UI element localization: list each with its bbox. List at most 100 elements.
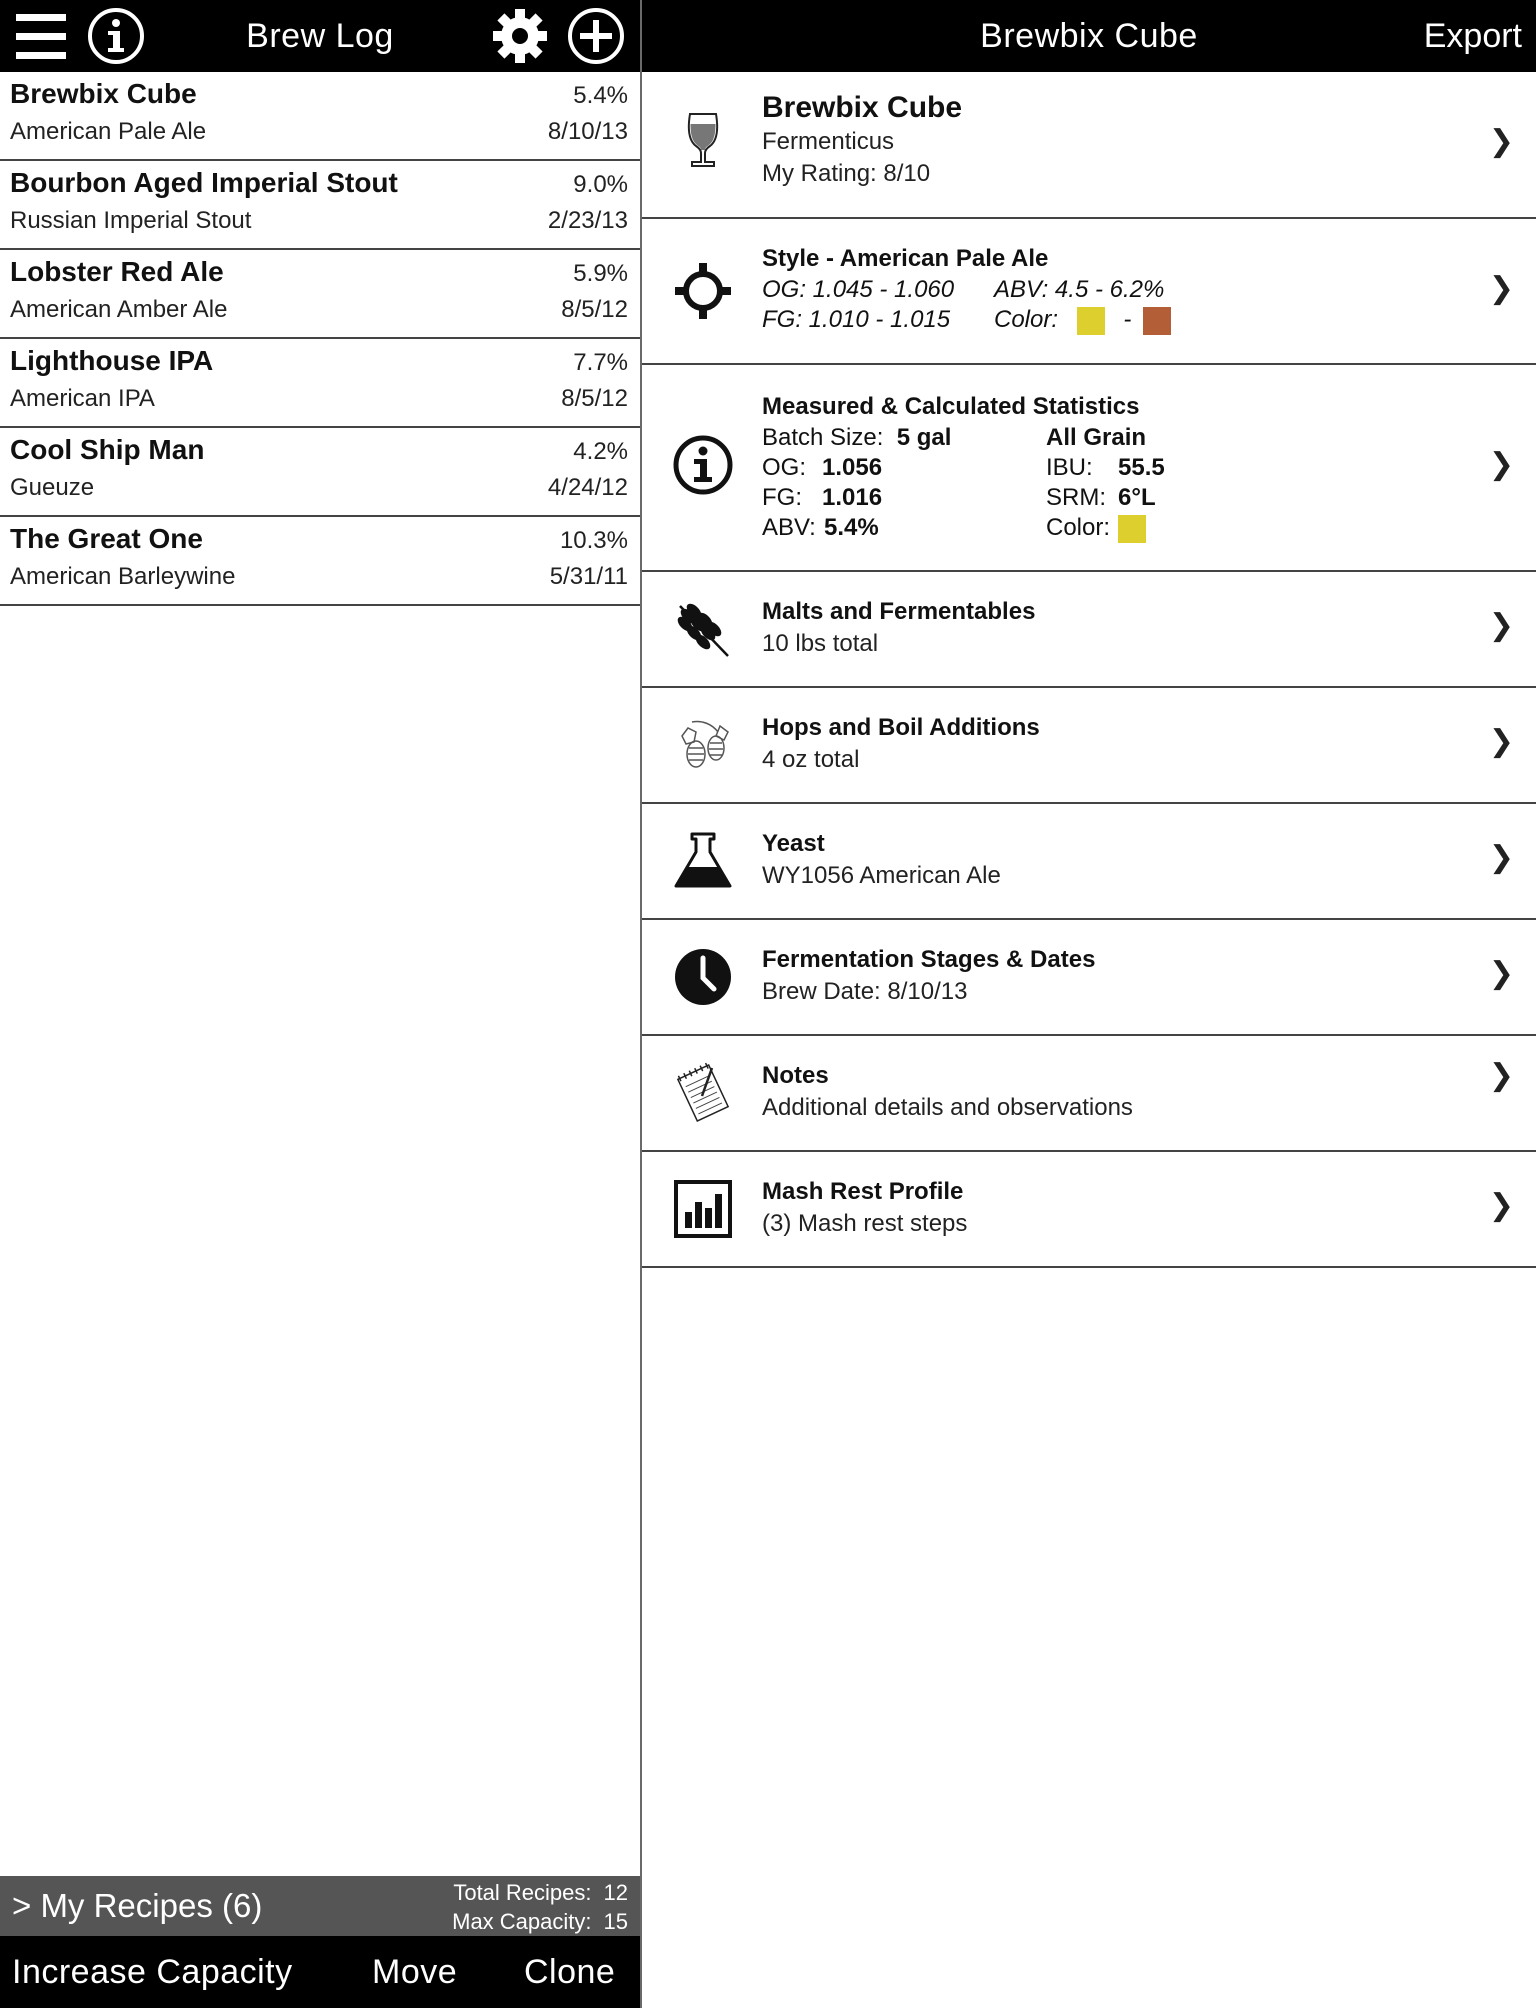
increase-capacity-button[interactable]: Increase Capacity [12, 1936, 293, 2008]
recipe-style: American IPA [10, 385, 155, 412]
chevron-right-icon: ❯ [1488, 609, 1514, 642]
yeast-summary: WY1056 American Ale [762, 862, 1001, 889]
notepad-icon [676, 1062, 730, 1123]
recipe-style: American Amber Ale [10, 296, 228, 323]
max-capacity-label: Max Capacity: [452, 1909, 592, 1934]
recipe-row[interactable]: The Great One American Barleywine 10.3% … [0, 517, 640, 606]
recipe-row[interactable]: Brewbix Cube American Pale Ale 5.4% 8/10… [0, 72, 640, 161]
og-value: 1.056 [822, 454, 883, 481]
chevron-right-icon: ❯ [1488, 1189, 1514, 1222]
max-capacity-value: 15 [603, 1909, 628, 1934]
recipe-abv: 5.9% [573, 260, 628, 287]
recipe-list: Brewbix Cube American Pale Ale 5.4% 8/10… [0, 72, 640, 606]
srm-value: 6°L [1118, 484, 1156, 511]
recipe-date: 5/31/11 [549, 563, 628, 590]
yeast-row[interactable]: Yeast WY1056 American Ale ❯ [642, 804, 1536, 920]
gear-icon[interactable] [490, 6, 550, 66]
recipe-row[interactable]: Cool Ship Man Gueuze 4.2% 4/24/12 [0, 428, 640, 517]
detail-title: Brewbix Cube [980, 17, 1198, 55]
info-icon[interactable] [86, 6, 146, 66]
batch-size-value: 5 gal [896, 424, 952, 451]
ibu-value: 55.5 [1118, 454, 1165, 481]
color-low-swatch [1076, 306, 1105, 335]
recipe-name: Lobster Red Ale [10, 256, 224, 287]
hops-summary: 4 oz total [762, 746, 860, 773]
style-abv-range: ABV: 4.5 - 6.2% [994, 276, 1165, 303]
chevron-right-icon: ❯ [1488, 272, 1514, 305]
crosshair-icon [675, 263, 731, 319]
left-toolbar: Brew Log [0, 0, 640, 72]
notes-summary: Additional details and observations [762, 1094, 1133, 1121]
hops-row[interactable]: Hops and Boil Additions 4 oz total ❯ [642, 688, 1536, 804]
clock-icon [675, 949, 731, 1005]
move-button[interactable]: Move [372, 1936, 457, 2008]
color-high-swatch [1143, 306, 1172, 335]
brew-date: Brew Date: 8/10/13 [762, 978, 968, 1005]
color-label: Color: [1046, 514, 1111, 541]
recipe-name: Brewbix Cube [10, 78, 197, 109]
bottom-toolbar: Increase Capacity Move Clone [0, 1936, 640, 2008]
color-swatch [1118, 514, 1146, 543]
clone-button[interactable]: Clone [524, 1936, 615, 2008]
folder-bar: > My Recipes (6) Total Recipes: 12 Max Ca… [0, 1876, 640, 1936]
yeast-title: Yeast [762, 830, 825, 857]
folder-selector[interactable]: > My Recipes (6) [12, 1876, 262, 1936]
wheat-icon [677, 603, 729, 657]
recipe-style: Gueuze [10, 474, 95, 501]
my-rating: My Rating: 8/10 [762, 160, 931, 187]
info-circle-icon [673, 435, 733, 495]
fermentation-row[interactable]: Fermentation Stages & Dates Brew Date: 8… [642, 920, 1536, 1036]
recipe-row[interactable]: Lighthouse IPA American IPA 7.7% 8/5/12 [0, 339, 640, 428]
style-color-label: Color: [994, 306, 1059, 333]
chevron-right-icon: ❯ [1488, 841, 1514, 874]
brew-method: All Grain [1046, 424, 1147, 451]
recipe-abv: 10.3% [559, 527, 628, 554]
mash-row[interactable]: Mash Rest Profile (3) Mash rest steps ❯ [642, 1152, 1536, 1268]
plus-circle-icon[interactable] [566, 6, 626, 66]
detail-list: Brewbix Cube Fermenticus My Rating: 8/10… [642, 72, 1536, 1268]
abv-value: 5.4% [824, 514, 879, 541]
menu-icon[interactable] [12, 6, 72, 66]
total-recipes-value: 12 [603, 1880, 628, 1905]
srm-label: SRM: [1046, 484, 1106, 511]
ibu-label: IBU: [1046, 454, 1093, 481]
recipe-name: Lighthouse IPA [10, 345, 214, 376]
style-fg-range: FG: 1.010 - 1.015 [762, 306, 951, 333]
mash-title: Mash Rest Profile [762, 1178, 964, 1205]
recipe-date: 2/23/13 [547, 207, 628, 234]
chevron-right-icon: ❯ [1488, 125, 1514, 158]
fg-label: FG: [762, 484, 802, 511]
style-row[interactable]: Style - American Pale Ale OG: 1.045 - 1.… [642, 219, 1536, 365]
abv-label: ABV: [762, 514, 816, 541]
export-button[interactable]: Export [1424, 0, 1522, 72]
hops-icon [681, 720, 729, 768]
recipe-name: Cool Ship Man [10, 434, 205, 465]
folder-stats: Total Recipes: 12 Max Capacity: 15 [452, 1878, 628, 1936]
notes-row[interactable]: Notes Additional details and observation… [642, 1036, 1536, 1152]
chevron-right-icon: ❯ [1488, 725, 1514, 758]
chevron-right-icon: ❯ [1488, 957, 1514, 990]
mash-summary: (3) Mash rest steps [762, 1210, 968, 1237]
chevron-right-icon: ❯ [1488, 1059, 1514, 1092]
brewer-name: Fermenticus [762, 128, 895, 155]
right-toolbar: Brewbix Cube Export [642, 0, 1536, 72]
fermentation-title: Fermentation Stages & Dates [762, 946, 1096, 973]
recipe-style: Russian Imperial Stout [10, 207, 252, 234]
recipe-row[interactable]: Lobster Red Ale American Amber Ale 5.9% … [0, 250, 640, 339]
hops-title: Hops and Boil Additions [762, 714, 1040, 741]
malts-row[interactable]: Malts and Fermentables 10 lbs total ❯ [642, 572, 1536, 688]
recipe-name: The Great One [10, 523, 203, 554]
color-range-dash: - [1123, 306, 1132, 333]
recipe-abv: 9.0% [573, 171, 628, 198]
recipe-summary-row[interactable]: Brewbix Cube Fermenticus My Rating: 8/10… [642, 72, 1536, 219]
recipe-abv: 4.2% [573, 438, 628, 465]
statistics-row[interactable]: Measured & Calculated Statistics Batch S… [642, 365, 1536, 572]
flask-icon [674, 832, 732, 888]
recipe-list-pane: Brew Log Brewbix Cube American Pale Ale … [0, 0, 640, 2008]
style-title: Style - American Pale Ale [762, 245, 1049, 272]
notes-title: Notes [762, 1062, 829, 1089]
malts-summary: 10 lbs total [762, 630, 879, 657]
fg-value: 1.016 [822, 484, 883, 511]
recipe-row[interactable]: Bourbon Aged Imperial Stout Russian Impe… [0, 161, 640, 250]
recipe-date: 8/5/12 [561, 296, 628, 323]
